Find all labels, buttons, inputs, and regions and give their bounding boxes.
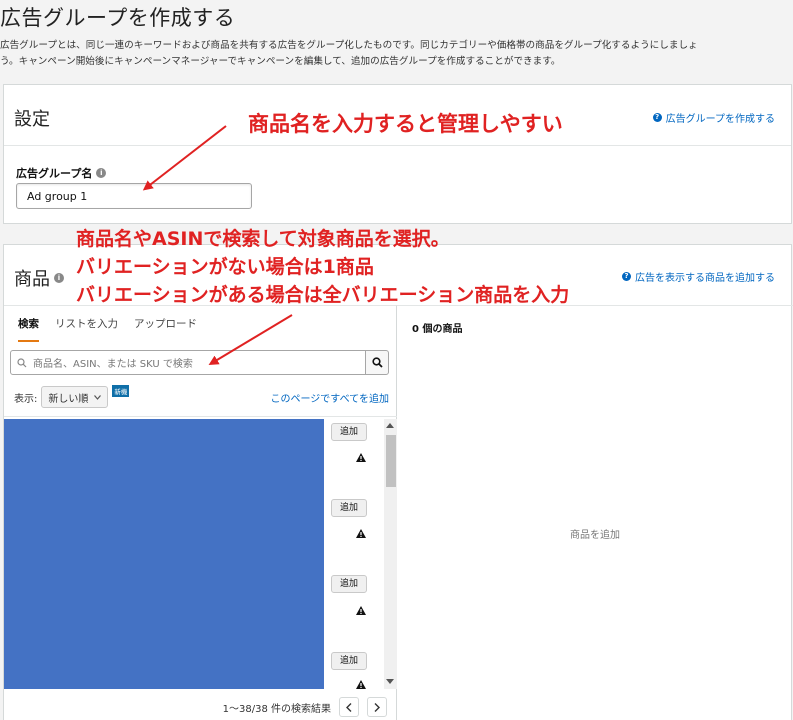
page-title: 広告グループを作成する bbox=[0, 6, 236, 30]
info-icon[interactable]: i bbox=[96, 168, 107, 178]
next-page-button[interactable] bbox=[367, 697, 387, 717]
intro-line-1: 広告グループとは、同じ一連のキーワードおよび商品を共有する広告をグループ化したも… bbox=[0, 40, 698, 51]
tab-upload[interactable]: アップロード bbox=[134, 306, 197, 342]
empty-state: 商品を追加 bbox=[570, 530, 620, 541]
search-tabs: 検索 リストを入力 アップロード bbox=[4, 306, 396, 342]
pagination: 1〜38/38 件の検索結果 bbox=[4, 692, 397, 720]
products-title: 商品 i bbox=[14, 265, 64, 291]
sort-label: 表示: bbox=[14, 393, 38, 405]
warning-icon bbox=[356, 606, 366, 615]
product-list-scrollbar[interactable] bbox=[384, 419, 397, 689]
search-icon bbox=[17, 357, 27, 367]
chevron-right-icon bbox=[374, 702, 380, 712]
warning-icon bbox=[356, 453, 366, 462]
search-placeholder: 商品名、ASIN、または SKU で検索 bbox=[33, 359, 193, 370]
warning-icon bbox=[356, 680, 366, 689]
ad-group-name-input[interactable] bbox=[16, 183, 252, 209]
pagination-summary: 1〜38/38 件の検索結果 bbox=[222, 703, 331, 715]
add-products-help-label: 広告を表示する商品を追加する bbox=[635, 273, 775, 284]
product-image-area bbox=[4, 419, 324, 689]
tab-search[interactable]: 検索 bbox=[18, 306, 39, 342]
annotation-note-2: 商品名やASINで検索して対象商品を選択。 バリエーションがない場合は1商品 バ… bbox=[76, 225, 569, 309]
annotation-note-2-line-2: バリエーションがない場合は1商品 bbox=[76, 256, 374, 278]
search-button[interactable] bbox=[365, 350, 389, 375]
selected-products-panel: 0 個の商品 商品を追加 bbox=[397, 305, 793, 720]
product-search-input[interactable]: 商品名、ASIN、または SKU で検索 bbox=[10, 350, 366, 375]
sort-value: 新しい順 bbox=[48, 393, 89, 405]
products-title-text: 商品 bbox=[14, 269, 50, 290]
add-product-button[interactable]: 追加 bbox=[331, 499, 367, 517]
chevron-down-icon bbox=[94, 394, 102, 400]
annotation-note-2-line-1: 商品名やASINで検索して対象商品を選択。 bbox=[76, 228, 450, 250]
add-all-on-page-link[interactable]: このページですべてを追加 bbox=[271, 390, 390, 405]
tab-enter-list[interactable]: リストを入力 bbox=[55, 306, 118, 342]
products-info-icon[interactable]: i bbox=[54, 273, 64, 283]
scroll-up-icon[interactable] bbox=[386, 423, 394, 428]
add-product-button[interactable]: 追加 bbox=[331, 652, 367, 670]
help-icon: ? bbox=[652, 113, 662, 122]
selected-count: 0 個の商品 bbox=[412, 324, 463, 335]
settings-title: 設定 bbox=[14, 109, 50, 130]
new-badge: 新機 bbox=[112, 385, 130, 397]
sort-row: 表示: 新しい順 新機 このページですべてを追加 bbox=[14, 384, 389, 410]
settings-card: 設定 ? 広告グループを作成する 広告グループ名 i bbox=[3, 84, 792, 224]
ad-group-name-label: 広告グループ名 i bbox=[16, 165, 107, 181]
annotation-note-1: 商品名を入力すると管理しやすい bbox=[248, 112, 563, 136]
search-icon bbox=[371, 357, 383, 368]
intro-text: 広告グループとは、同じ一連のキーワードおよび商品を共有する広告をグループ化したも… bbox=[0, 38, 793, 70]
help-icon: ? bbox=[622, 272, 631, 281]
products-card: 商品 i ? 広告を表示する商品を追加する 検索 リストを入力 アップロード 商… bbox=[3, 244, 793, 720]
ad-group-name-label-text: 広告グループ名 bbox=[16, 167, 93, 180]
previous-page-button[interactable] bbox=[339, 697, 359, 717]
scroll-thumb[interactable] bbox=[386, 435, 396, 487]
chevron-left-icon bbox=[346, 702, 352, 712]
scroll-down-icon[interactable] bbox=[386, 679, 394, 684]
create-ad-group-help-label: 広告グループを作成する bbox=[665, 114, 775, 125]
product-search-panel: 検索 リストを入力 アップロード 商品名、ASIN、または SKU で検索 表示… bbox=[4, 305, 397, 720]
divider bbox=[4, 416, 397, 417]
warning-icon bbox=[356, 529, 366, 538]
add-product-button[interactable]: 追加 bbox=[331, 423, 367, 441]
add-products-help-link[interactable]: ? 広告を表示する商品を追加する bbox=[622, 269, 775, 284]
sort-select[interactable]: 新しい順 bbox=[41, 386, 109, 408]
annotation-note-2-line-3: バリエーションがある場合は全バリエーション商品を入力 bbox=[76, 284, 570, 306]
intro-line-2: う。キャンペーン開始後にキャンペーンマネージャーでキャンペーンを編集して、追加の… bbox=[0, 56, 561, 67]
add-product-button[interactable]: 追加 bbox=[331, 575, 367, 593]
create-ad-group-help-link[interactable]: ? 広告グループを作成する bbox=[652, 110, 775, 125]
